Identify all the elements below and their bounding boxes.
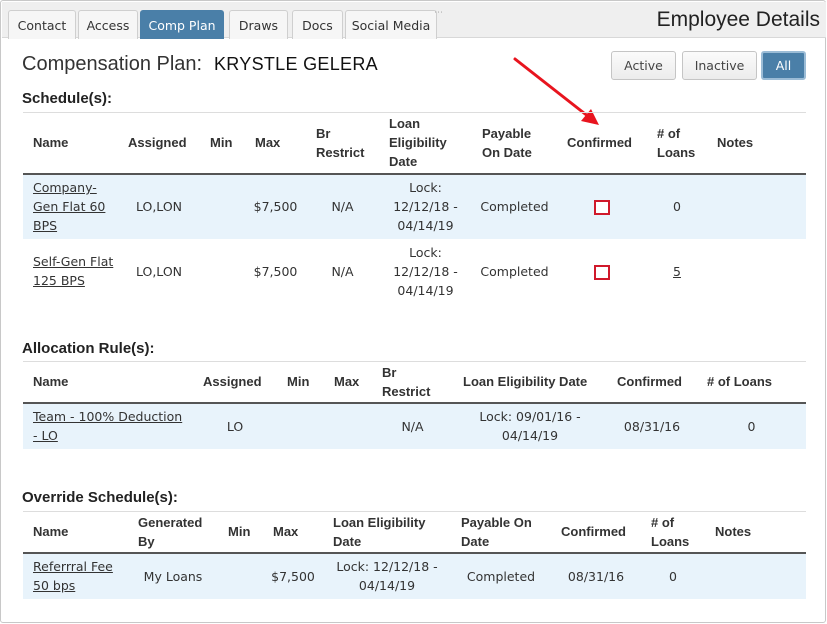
table-row: Referrral Fee 50 bps My Loans $7,500 Loc… xyxy=(23,552,806,599)
min-cell xyxy=(277,402,324,449)
max-cell: $7,500 xyxy=(245,173,306,239)
filter-inactive-button[interactable]: Inactive xyxy=(682,51,757,80)
schedule-name-cell: Company-Gen Flat 60 BPS xyxy=(23,173,118,239)
column-header: Loan Eligibility Date xyxy=(453,361,607,404)
override-schedules-title: Override Schedule(s): xyxy=(22,489,178,506)
min-cell xyxy=(218,552,263,599)
schedule-name-link[interactable]: Self-Gen Flat 125 BPS xyxy=(33,254,113,288)
column-header: Confirmed xyxy=(557,112,647,175)
column-header: # of Loans xyxy=(697,361,806,404)
assigned-cell: LO,LON xyxy=(135,263,183,279)
tab-overflow-icon: ⋯ xyxy=(434,8,444,18)
column-header: Max xyxy=(245,112,306,175)
min-cell xyxy=(200,173,245,239)
loans-count-cell: 0 xyxy=(647,173,707,239)
tab-access[interactable]: Access xyxy=(78,10,138,39)
employee-details-panel: Contact Access Comp Plan Draws Docs Soci… xyxy=(0,0,826,623)
column-header: Notes xyxy=(705,511,806,554)
schedule-name-cell: Self-Gen Flat 125 BPS xyxy=(23,239,118,304)
payable-on-cell: Completed xyxy=(480,263,549,279)
schedules-table: Name Assigned Min Max Br Restrict Loan E… xyxy=(23,112,806,304)
column-header: # of Loans xyxy=(647,112,707,175)
override-schedule-link[interactable]: Referrral Fee 50 bps xyxy=(33,559,113,593)
confirmed-checkbox[interactable] xyxy=(594,264,610,280)
allocation-name-cell: Team - 100% Deduction - LO xyxy=(23,402,193,449)
confirmed-cell: 08/31/16 xyxy=(551,552,641,599)
tab-docs[interactable]: Docs xyxy=(292,10,343,39)
table-header-row: Name Assigned Min Max Br Restrict Loan E… xyxy=(23,361,806,404)
generated-by-cell: My Loans xyxy=(128,552,218,599)
loans-count-cell: 0 xyxy=(697,402,806,449)
override-name-cell: Referrral Fee 50 bps xyxy=(23,552,128,599)
loan-eligibility-cell: Lock: 12/12/18 - 04/14/19 xyxy=(323,552,451,599)
table-header-row: Name Assigned Min Max Br Restrict Loan E… xyxy=(23,112,806,175)
column-header: Br Restrict xyxy=(372,361,453,404)
schedule-name-link[interactable]: Company-Gen Flat 60 BPS xyxy=(33,180,105,233)
tab-social-media[interactable]: Social Media xyxy=(345,10,437,39)
column-header: Generated By xyxy=(128,511,218,554)
column-header: Min xyxy=(218,511,263,554)
notes-cell xyxy=(707,239,806,304)
column-header: Confirmed xyxy=(607,361,697,404)
notes-cell xyxy=(705,552,806,599)
table-row: Team - 100% Deduction - LO LO N/A Lock: … xyxy=(23,402,806,449)
tab-comp-plan[interactable]: Comp Plan xyxy=(140,10,224,39)
confirmed-cell: 08/31/16 xyxy=(607,402,697,449)
comp-plan-label: Compensation Plan: xyxy=(22,53,203,75)
br-restrict-cell: N/A xyxy=(331,263,354,279)
column-header: Max xyxy=(324,361,372,404)
column-header: Payable On Date xyxy=(472,112,557,175)
page-title: Employee Details xyxy=(656,8,820,31)
schedules-title: Schedule(s): xyxy=(22,90,113,107)
column-header: Name xyxy=(23,361,193,404)
max-cell: $7,500 xyxy=(263,552,323,599)
table-row: Company-Gen Flat 60 BPS LO,LON $7,500 N/… xyxy=(23,173,806,239)
column-header: Name xyxy=(23,112,118,175)
column-header: Br Restrict xyxy=(306,112,379,175)
tab-bar: Contact Access Comp Plan Draws Docs Soci… xyxy=(2,2,826,39)
column-header: Assigned xyxy=(193,361,277,404)
column-header: # of Loans xyxy=(641,511,705,554)
loans-count-cell: 5 xyxy=(647,239,707,304)
allocation-rule-link[interactable]: Team - 100% Deduction - LO xyxy=(33,409,182,443)
filter-active-button[interactable]: Active xyxy=(611,51,676,80)
tab-contact[interactable]: Contact xyxy=(8,10,76,39)
payable-on-cell: Completed xyxy=(451,552,551,599)
loans-count-cell: 0 xyxy=(641,552,705,599)
br-restrict-cell: N/A xyxy=(306,173,379,239)
max-cell xyxy=(324,402,372,449)
allocation-rules-table: Name Assigned Min Max Br Restrict Loan E… xyxy=(23,361,806,449)
notes-cell xyxy=(707,173,806,239)
loans-count-link[interactable]: 5 xyxy=(673,264,681,279)
assigned-cell: LO,LON xyxy=(118,173,200,239)
column-header: Loan Eligibility Date xyxy=(379,112,472,175)
payable-on-cell: Completed xyxy=(472,173,557,239)
employee-name: KRYSTLE GELERA xyxy=(214,54,378,74)
confirmed-cell xyxy=(557,239,647,304)
column-header: Name xyxy=(23,511,128,554)
table-header-row: Name Generated By Min Max Loan Eligibili… xyxy=(23,511,806,554)
max-cell: $7,500 xyxy=(253,263,298,279)
loan-eligibility-cell: Lock: 09/01/16 - 04/14/19 xyxy=(453,402,607,449)
table-row: Self-Gen Flat 125 BPS LO,LON $7,500 N/A … xyxy=(23,239,806,304)
filter-all-button[interactable]: All xyxy=(761,51,806,80)
column-header: Notes xyxy=(707,112,806,175)
confirmed-cell xyxy=(557,173,647,239)
tab-draws[interactable]: Draws xyxy=(229,10,288,39)
confirmed-checkbox[interactable] xyxy=(594,200,610,215)
override-schedules-table: Name Generated By Min Max Loan Eligibili… xyxy=(23,511,806,599)
column-header: Payable On Date xyxy=(451,511,551,554)
loan-eligibility-cell: Lock: 12/12/18 - 04/14/19 xyxy=(393,244,458,298)
allocation-rules-title: Allocation Rule(s): xyxy=(22,340,155,357)
loan-eligibility-cell: Lock: 12/12/18 - 04/14/19 xyxy=(379,173,472,239)
column-header: Min xyxy=(277,361,324,404)
column-header: Assigned xyxy=(118,112,200,175)
min-cell xyxy=(200,239,245,304)
br-restrict-cell: N/A xyxy=(372,402,453,449)
assigned-cell: LO xyxy=(193,402,277,449)
column-header: Min xyxy=(200,112,245,175)
column-header: Confirmed xyxy=(551,511,641,554)
column-header: Loan Eligibility Date xyxy=(323,511,451,554)
column-header: Max xyxy=(263,511,323,554)
